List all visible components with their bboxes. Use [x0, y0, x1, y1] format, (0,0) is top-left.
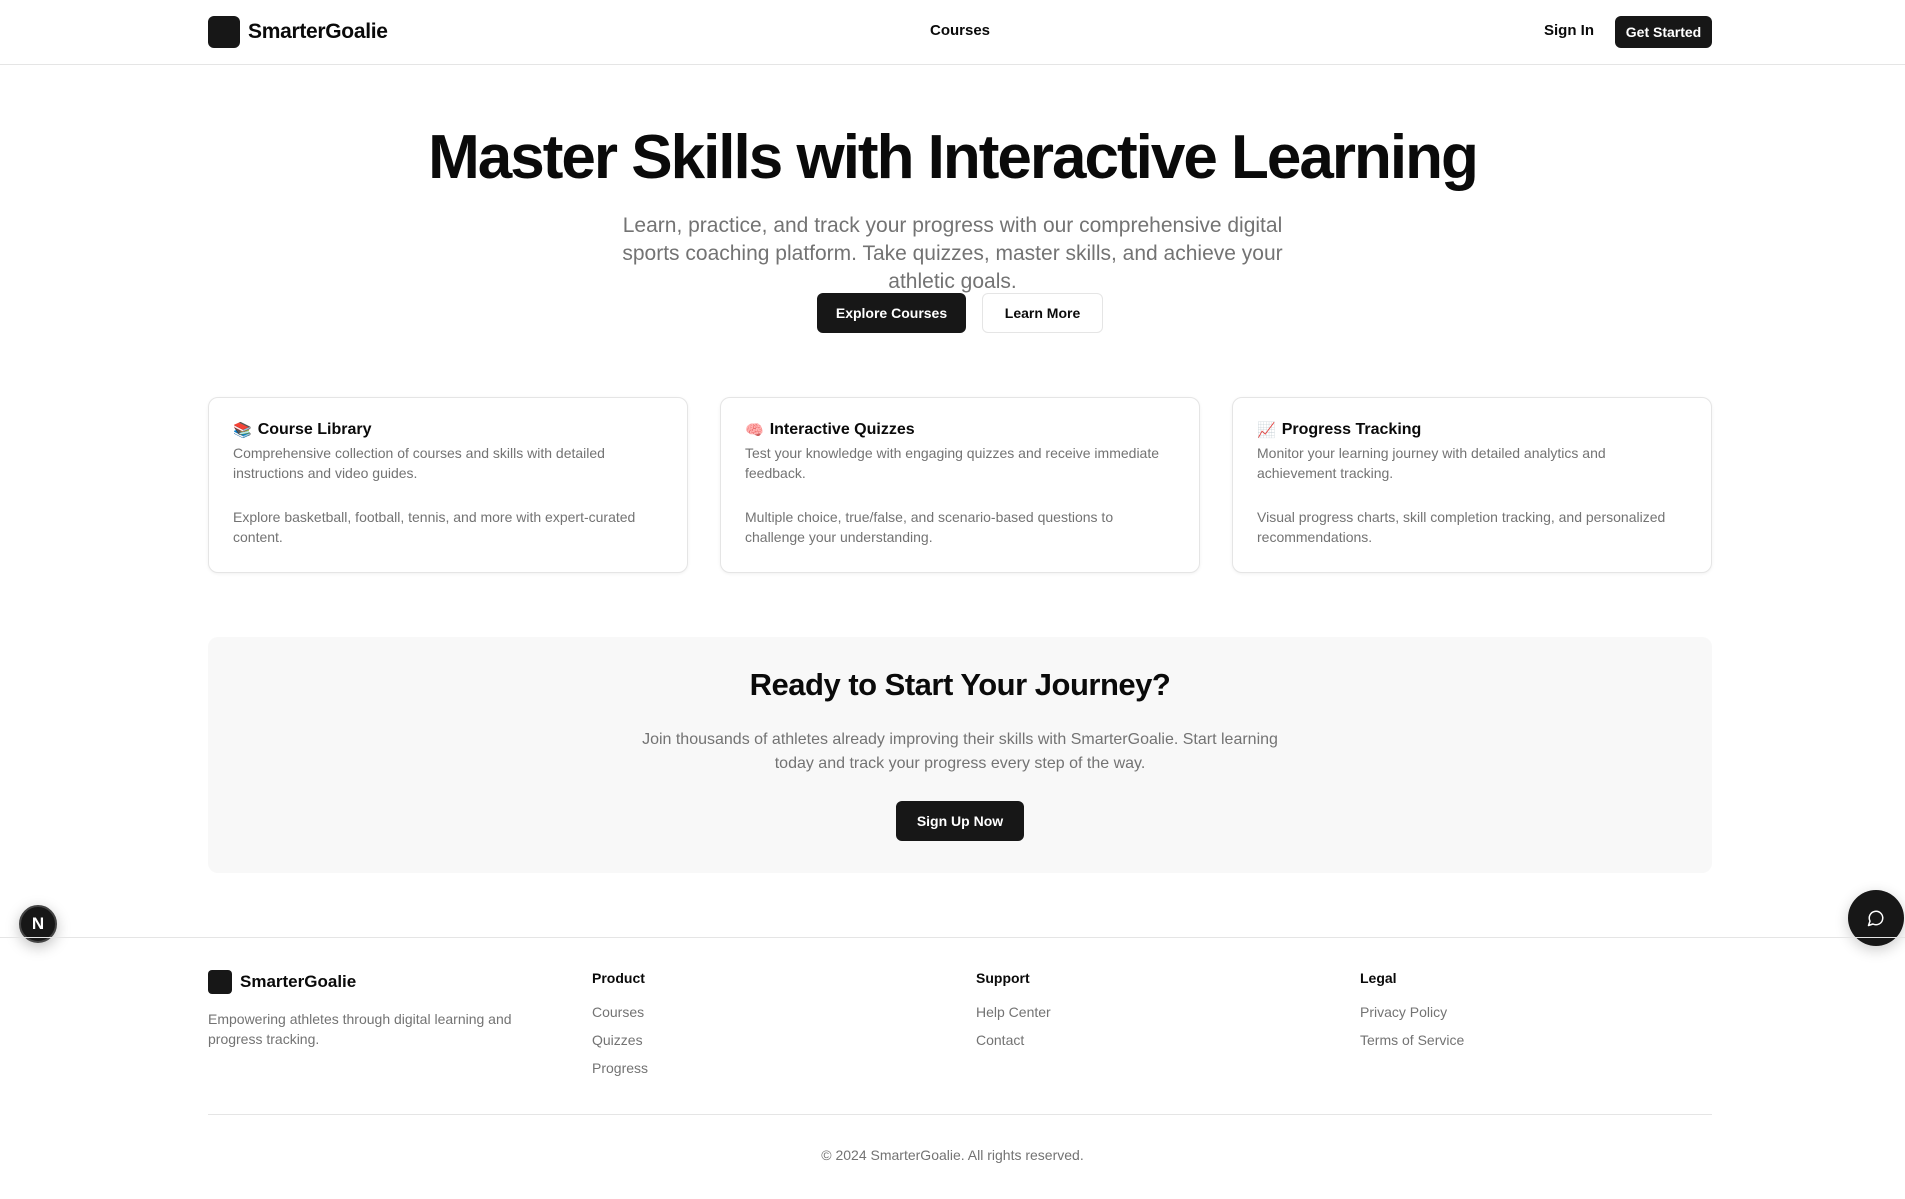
books-icon: 📚: [233, 422, 252, 439]
site-header: SmarterGoalie Courses Sign In Get Starte…: [0, 0, 1905, 65]
feature-card-progress-tracking: 📈 Progress Tracking Monitor your learnin…: [1232, 397, 1712, 573]
feature-card-detail: Explore basketball, football, tennis, an…: [233, 509, 636, 545]
feature-card-detail: Multiple choice, true/false, and scenari…: [745, 509, 1114, 545]
hero-title: Master Skills with Interactive Learning: [428, 123, 1479, 192]
get-started-button[interactable]: Get Started: [1615, 16, 1712, 48]
footer-column-heading: Support: [976, 970, 1030, 986]
sign-up-now-button[interactable]: Sign Up Now: [896, 801, 1024, 841]
cta-title: Ready to Start Your Journey?: [749, 667, 1171, 702]
explore-courses-button[interactable]: Explore Courses: [817, 293, 966, 333]
footer-brand-name: SmarterGoalie: [240, 972, 357, 991]
footer-link-courses[interactable]: Courses: [592, 1002, 648, 1022]
feature-card-title: Progress Tracking: [1281, 421, 1422, 438]
feature-card-description: Test your knowledge with engaging quizze…: [745, 445, 1160, 481]
footer-link-quizzes[interactable]: Quizzes: [592, 1030, 648, 1050]
feature-card-course-library: 📚 Course Library Comprehensive collectio…: [208, 397, 688, 573]
cta-section: Ready to Start Your Journey? Join thousa…: [208, 637, 1712, 873]
footer-link-help-center[interactable]: Help Center: [976, 1002, 1051, 1022]
footer-link-progress[interactable]: Progress: [592, 1058, 648, 1078]
copyright-text: © 2024 SmarterGoalie. All rights reserve…: [821, 1147, 1084, 1163]
feature-card-interactive-quizzes: 🧠 Interactive Quizzes Test your knowledg…: [720, 397, 1200, 573]
footer-divider: [0, 937, 1905, 938]
footer-separator: [208, 1114, 1712, 1115]
feature-card-description: Comprehensive collection of courses and …: [233, 445, 605, 481]
footer-link-privacy-policy[interactable]: Privacy Policy: [1360, 1002, 1464, 1022]
brand-link[interactable]: SmarterGoalie: [208, 16, 388, 48]
brain-icon: 🧠: [745, 422, 764, 439]
learn-more-button[interactable]: Learn More: [982, 293, 1103, 333]
footer-column-support: Support Help Center Contact: [976, 970, 1051, 1058]
sign-in-link[interactable]: Sign In: [1544, 22, 1594, 39]
feature-card-detail: Visual progress charts, skill completion…: [1257, 509, 1666, 545]
footer-column-heading: Product: [592, 970, 645, 986]
feature-card-title: Course Library: [257, 421, 372, 438]
feature-card-title: Interactive Quizzes: [769, 421, 915, 438]
footer-tagline: Empowering athletes through digital lear…: [208, 1011, 512, 1047]
footer-column-legal: Legal Privacy Policy Terms of Service: [1360, 970, 1464, 1058]
footer-column-product: Product Courses Quizzes Progress: [592, 970, 648, 1086]
feature-card-description: Monitor your learning journey with detai…: [1257, 445, 1606, 481]
footer-link-terms-of-service[interactable]: Terms of Service: [1360, 1030, 1464, 1050]
chat-bubble-icon: [1867, 910, 1884, 927]
footer-column-heading: Legal: [1360, 970, 1397, 986]
footer-logo-icon: [208, 970, 232, 994]
cta-text: Join thousands of athletes already impro…: [642, 731, 1278, 772]
nav-link-courses[interactable]: Courses: [930, 22, 990, 39]
hero-subtitle: Learn, practice, and track your progress…: [622, 214, 1283, 293]
brand-name: SmarterGoalie: [248, 20, 388, 43]
chart-increasing-icon: 📈: [1257, 422, 1276, 439]
footer-link-contact[interactable]: Contact: [976, 1030, 1051, 1050]
brand-logo-icon: [208, 16, 240, 48]
footer-brand: SmarterGoalie: [208, 970, 356, 994]
